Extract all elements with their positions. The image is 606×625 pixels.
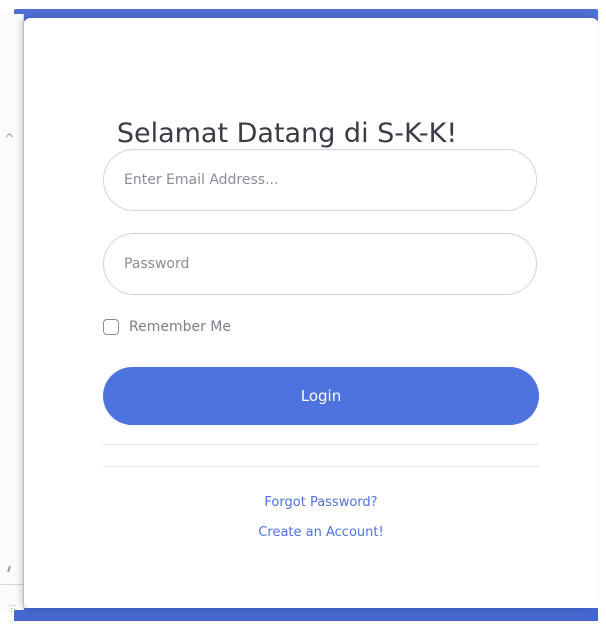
login-button[interactable]: Login [103, 367, 539, 425]
forgot-password-link[interactable]: Forgot Password? [103, 495, 539, 510]
remember-me-option[interactable]: Remember Me [103, 319, 231, 335]
page-title: Selamat Datang di S-K-K! [116, 118, 458, 150]
password-field[interactable] [103, 233, 537, 295]
login-card: Selamat Datang di S-K-K! Remember Me Log… [24, 18, 598, 608]
page: Selamat Datang di S-K-K! Remember Me Log… [0, 0, 606, 625]
email-field[interactable] [103, 149, 537, 211]
background-side-strip [0, 14, 24, 614]
create-account-link[interactable]: Create an Account! [103, 525, 539, 540]
divider [103, 444, 539, 445]
background-bottom-band [14, 608, 598, 621]
tick-mark-icon [7, 565, 11, 573]
side-divider [0, 584, 23, 585]
grip-dots-icon [10, 604, 16, 614]
remember-me-label: Remember Me [129, 319, 231, 335]
divider [103, 466, 539, 467]
remember-me-checkbox[interactable] [103, 319, 119, 335]
